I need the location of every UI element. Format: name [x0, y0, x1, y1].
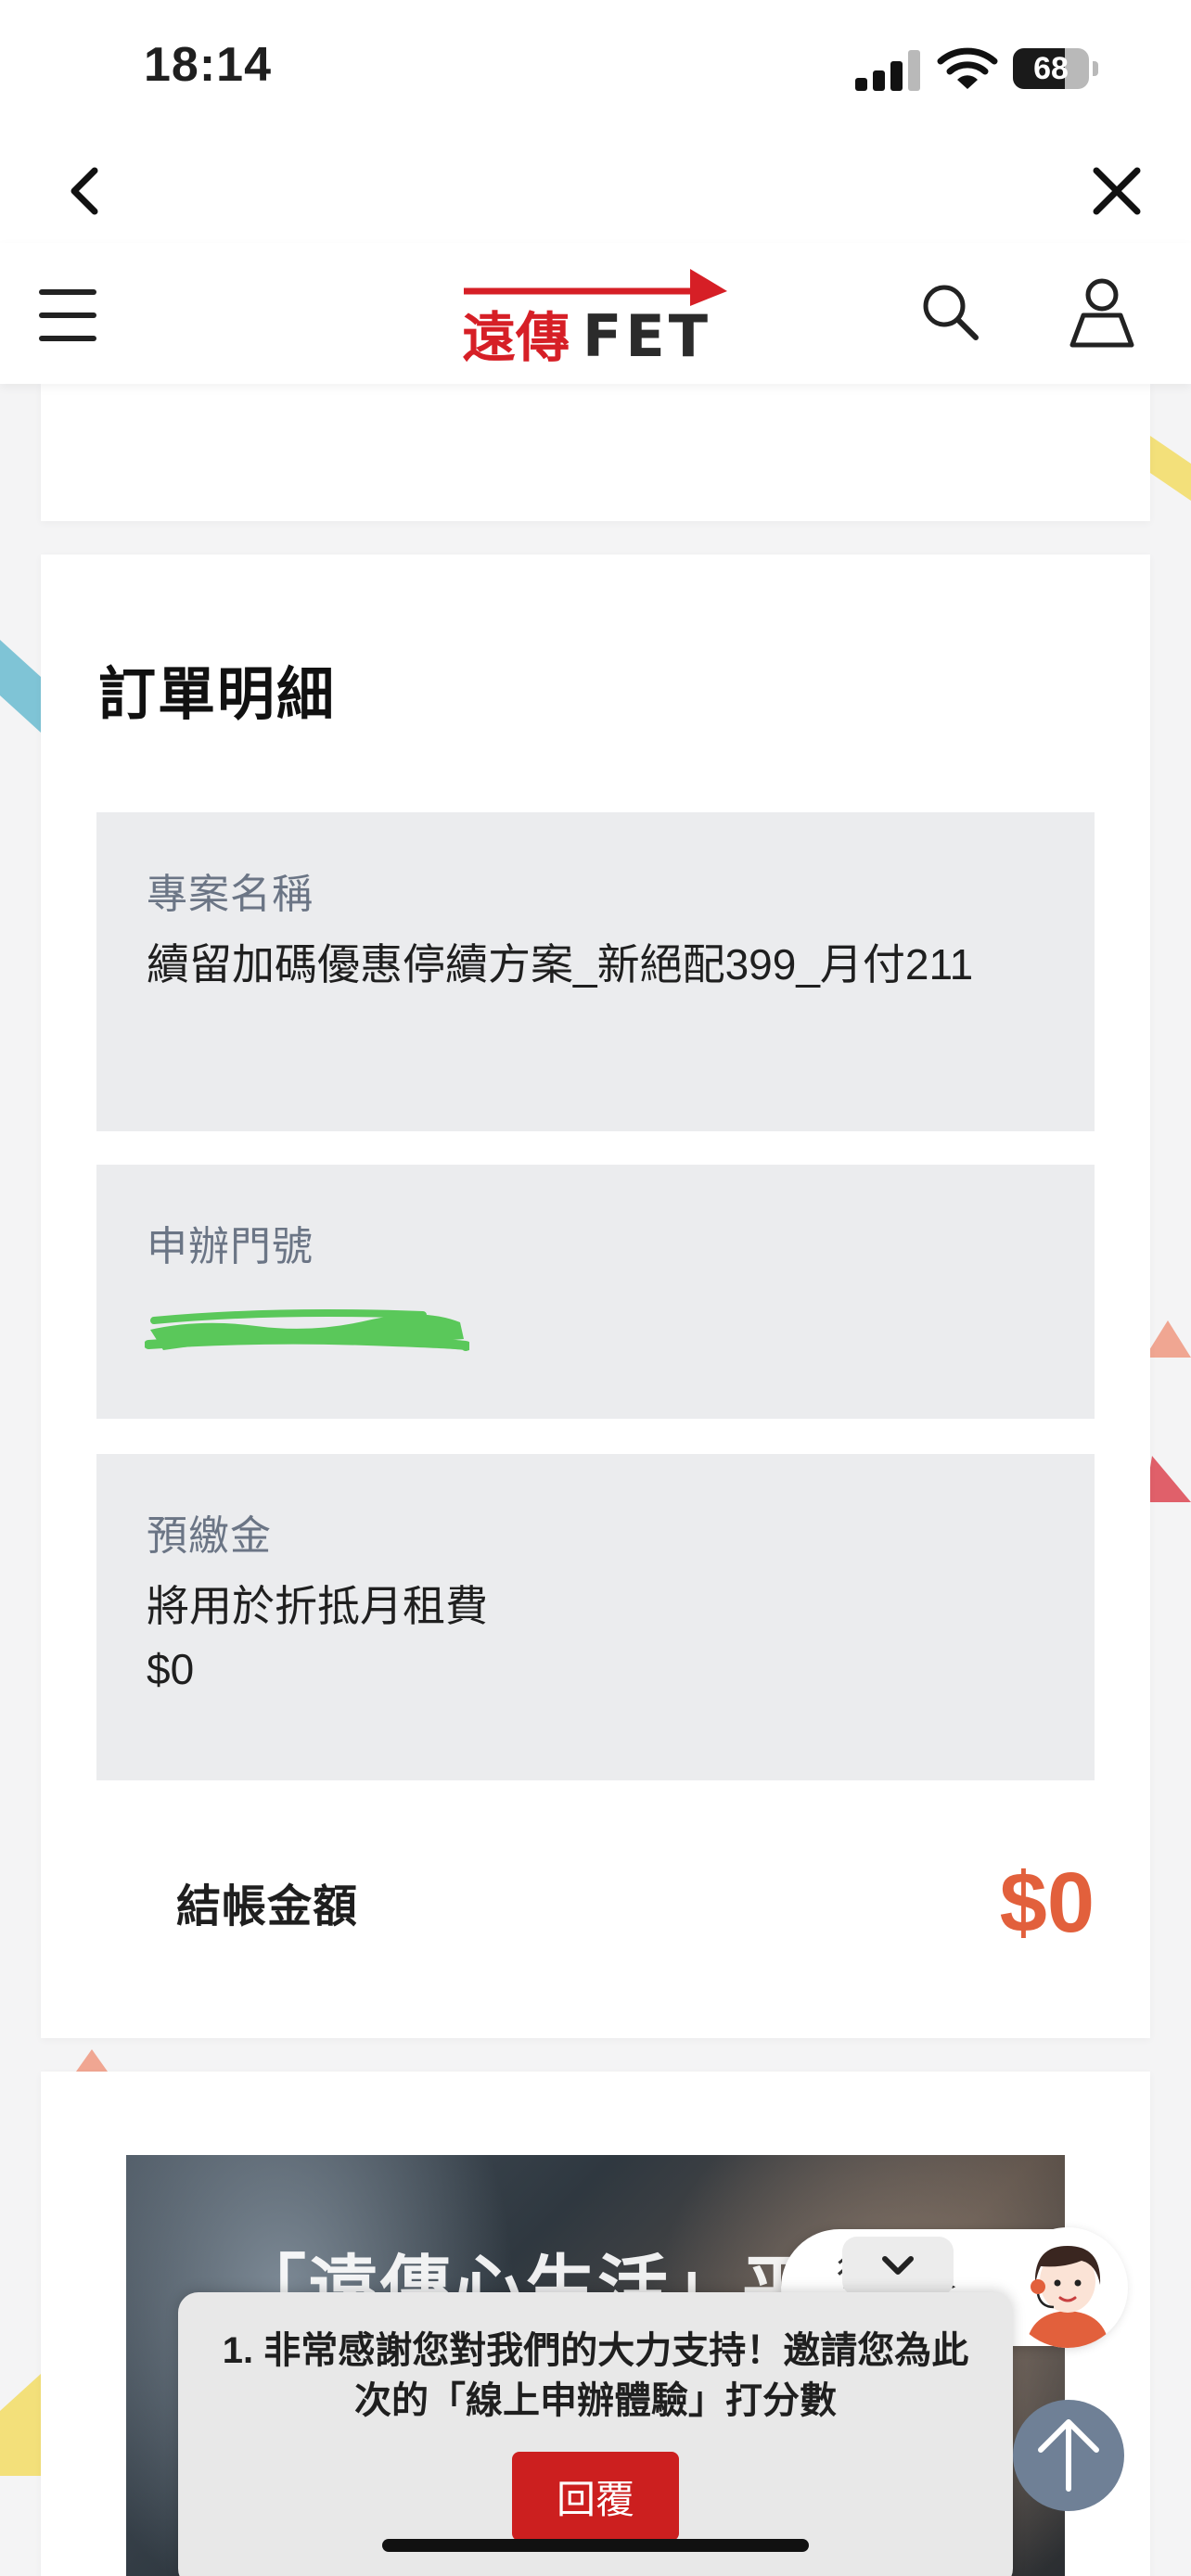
- decor-red-triangle: [1145, 1456, 1191, 1502]
- status-bar: 18:14 68: [0, 0, 1191, 139]
- browser-toolbar: [0, 139, 1191, 243]
- scroll-to-top-button[interactable]: [1013, 2400, 1124, 2511]
- logo-latin: FET: [583, 302, 711, 365]
- prepay-value: 將用於折抵月租費 $0: [147, 1575, 1002, 1701]
- arrow-up-icon: [1038, 2419, 1099, 2492]
- fet-logo[interactable]: 遠傳 FET: [458, 263, 736, 365]
- decor-yellow-bottom: [0, 2374, 41, 2476]
- prepay-amount: $0: [147, 1645, 195, 1693]
- decor-teal-stripe: [0, 640, 41, 733]
- phone-number-label: 申辦門號: [147, 1224, 314, 1269]
- project-value: 續留加碼優惠停續方案_新絕配399_月付211: [147, 940, 974, 988]
- battery-icon: 68: [1013, 48, 1089, 89]
- close-icon[interactable]: [1087, 161, 1146, 221]
- decor-small-triangle: [76, 2049, 108, 2072]
- project-label: 專案名稱: [147, 872, 314, 917]
- chat-agent-avatar-icon[interactable]: [1007, 2227, 1128, 2348]
- search-icon[interactable]: [918, 280, 983, 345]
- decor-yellow-corner: [1150, 436, 1191, 501]
- redacted-phone-number: [145, 1309, 469, 1351]
- reply-button[interactable]: 回覆: [512, 2452, 679, 2541]
- logo-cjk: 遠傳: [462, 306, 570, 365]
- decor-salmon-triangle: [1145, 1320, 1191, 1358]
- chevron-down-icon[interactable]: [842, 2237, 954, 2296]
- battery-nub: [1093, 61, 1098, 76]
- home-indicator[interactable]: [382, 2539, 809, 2552]
- hamburger-icon[interactable]: [39, 289, 98, 341]
- user-icon[interactable]: [1065, 276, 1139, 351]
- prepay-label: 預繳金: [147, 1513, 272, 1559]
- signal-icon: [855, 48, 920, 91]
- order-title: 訂單明細: [98, 663, 337, 727]
- prepay-description: 將用於折抵月租費: [147, 1582, 488, 1630]
- total-amount: $0: [999, 1855, 1095, 1950]
- survey-question: 1. 非常感謝您對我們的大力支持！邀請您為此次的「線上申辦體驗」打分數: [222, 2330, 969, 2421]
- order-detail-card: 訂單明細 專案名稱 續留加碼優惠停續方案_新絕配399_月付211 申辦門號 預…: [41, 555, 1150, 2038]
- site-header: 遠傳 FET: [0, 243, 1191, 384]
- status-time: 18:14: [144, 38, 272, 92]
- project-block: 專案名稱 續留加碼優惠停續方案_新絕配399_月付211: [96, 812, 1095, 1131]
- battery-percent: 68: [1033, 51, 1069, 86]
- prepay-block: 預繳金 將用於折抵月租費 $0: [96, 1454, 1095, 1780]
- wifi-icon: [937, 47, 998, 89]
- total-label: 結帳金額: [176, 1882, 359, 1932]
- phone-number-block: 申辦門號: [96, 1165, 1095, 1419]
- survey-popup: 1. 非常感謝您對我們的大力支持！邀請您為此次的「線上申辦體驗」打分數 回覆: [178, 2292, 1013, 2576]
- chevron-left-icon[interactable]: [58, 161, 117, 221]
- previous-card: [41, 384, 1150, 521]
